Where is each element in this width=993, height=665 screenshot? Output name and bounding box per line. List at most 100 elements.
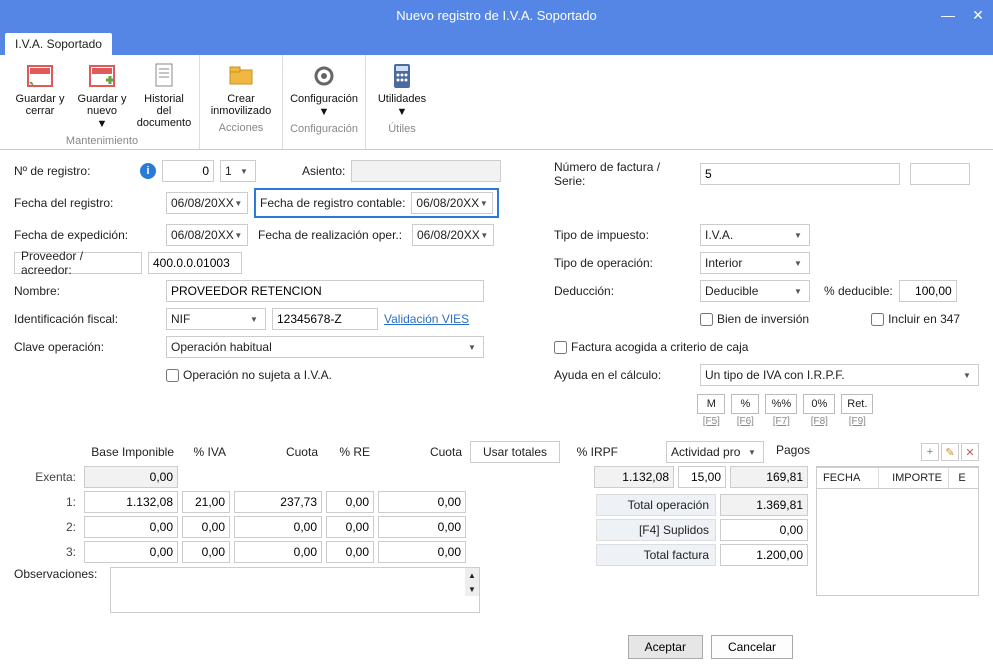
row1-cuota[interactable] bbox=[234, 491, 322, 513]
ayuda-calculo-combo[interactable]: Un tipo de IVA con I.R.P.F.▼ bbox=[700, 364, 979, 386]
n-registro-input[interactable] bbox=[162, 160, 214, 182]
delete-doc-icon[interactable]: ✕ bbox=[961, 443, 979, 461]
validacion-vies-link[interactable]: Validación VIES bbox=[384, 312, 469, 326]
id-fiscal-num-input[interactable] bbox=[272, 308, 378, 330]
row3-re[interactable] bbox=[326, 541, 374, 563]
tipo-operacion-combo[interactable]: Interior▼ bbox=[700, 252, 810, 274]
fecha-expedicion-combo[interactable]: 06/08/20XX▼ bbox=[166, 224, 248, 246]
info-icon[interactable]: i bbox=[140, 163, 156, 179]
shortcut-m-button[interactable]: M bbox=[697, 394, 725, 414]
gear-icon bbox=[309, 61, 339, 91]
asiento-label: Asiento: bbox=[302, 164, 345, 178]
folder-icon bbox=[226, 61, 256, 91]
row1-re[interactable] bbox=[326, 491, 374, 513]
observaciones-textarea[interactable]: ▲ ▼ bbox=[110, 567, 480, 613]
row1-cuota2[interactable] bbox=[378, 491, 466, 513]
clave-op-combo[interactable]: Operación habitual▼ bbox=[166, 336, 484, 358]
row1-base[interactable] bbox=[84, 491, 178, 513]
row2-base[interactable] bbox=[84, 516, 178, 538]
usar-totales-button[interactable]: Usar totales bbox=[470, 441, 560, 463]
irpf-pct[interactable] bbox=[678, 466, 726, 488]
bien-inversion-checkbox[interactable]: Bien de inversión bbox=[700, 312, 809, 326]
pagos-col-fecha: FECHA bbox=[817, 468, 879, 488]
pagos-col-importe: IMPORTE bbox=[879, 468, 949, 488]
row1-iva[interactable] bbox=[182, 491, 230, 513]
incluir-347-checkbox[interactable]: Incluir en 347 bbox=[871, 312, 960, 326]
row2-cuota[interactable] bbox=[234, 516, 322, 538]
row3-cuota[interactable] bbox=[234, 541, 322, 563]
fecha-expedicion-label: Fecha de expedición: bbox=[14, 228, 134, 242]
num-factura-input[interactable] bbox=[700, 163, 900, 185]
deduccion-combo[interactable]: Deducible▼ bbox=[700, 280, 810, 302]
irpf-base bbox=[594, 466, 674, 488]
save-close-button[interactable]: Guardar y cerrar bbox=[11, 59, 69, 132]
utilities-button[interactable]: Utilidades ▼ bbox=[372, 59, 432, 120]
pct-deducible-input[interactable] bbox=[899, 280, 957, 302]
n-registro-label: Nº de registro: bbox=[14, 164, 134, 178]
chevron-down-icon: ▼ bbox=[247, 315, 261, 324]
proveedor-button[interactable]: Proveedor / acreedor: bbox=[14, 252, 142, 274]
pct-deducible-label: % deducible: bbox=[824, 284, 893, 298]
pagos-panel: FECHA IMPORTE E bbox=[816, 466, 979, 596]
tipo-impuesto-combo[interactable]: I.V.A.▼ bbox=[700, 224, 810, 246]
new-doc-icon[interactable]: + bbox=[921, 443, 939, 461]
shortcut-pct-button[interactable]: % bbox=[731, 394, 759, 414]
chevron-down-icon: ▼ bbox=[234, 231, 243, 240]
f9-hint: [F9] bbox=[841, 416, 873, 427]
fecha-registro-label: Fecha del registro: bbox=[14, 196, 134, 210]
document-history-button[interactable]: Historial del documento bbox=[135, 59, 193, 132]
id-fiscal-label: Identificación fiscal: bbox=[14, 312, 134, 326]
op-no-sujeta-checkbox[interactable]: Operación no sujeta a I.V.A. bbox=[166, 368, 332, 382]
suplidos-value[interactable] bbox=[720, 519, 808, 541]
save-new-icon bbox=[87, 61, 117, 91]
fecha-reg-contable-combo[interactable]: 06/08/20XX▼ bbox=[411, 192, 493, 214]
actividad-combo[interactable]: Actividad pro▼ bbox=[666, 441, 764, 463]
hdr-irpf: % IRPF bbox=[564, 445, 622, 459]
tab-strip: I.V.A. Soportado bbox=[0, 30, 993, 55]
scroll-down-icon[interactable]: ▼ bbox=[465, 582, 479, 596]
scroll-up-icon[interactable]: ▲ bbox=[465, 568, 479, 582]
row2-iva[interactable] bbox=[182, 516, 230, 538]
chevron-down-icon: ▼ bbox=[97, 118, 108, 130]
shortcut-ret-button[interactable]: Ret. bbox=[841, 394, 873, 414]
ribbon-group-acciones: Crear inmovilizado Acciones bbox=[200, 55, 283, 149]
factura-caja-checkbox[interactable]: Factura acogida a criterio de caja bbox=[554, 340, 748, 354]
shortcut-0pct-button[interactable]: 0% bbox=[803, 394, 835, 414]
tab-iva-soportado[interactable]: I.V.A. Soportado bbox=[5, 33, 112, 55]
proveedor-input[interactable] bbox=[148, 252, 242, 274]
fecha-registro-combo[interactable]: 06/08/20XX▼ bbox=[166, 192, 248, 214]
chevron-down-icon: ▼ bbox=[397, 106, 408, 118]
shortcut-pctpct-button[interactable]: %% bbox=[765, 394, 797, 414]
nombre-input[interactable] bbox=[166, 280, 484, 302]
document-history-icon bbox=[149, 61, 179, 91]
accept-button[interactable]: Aceptar bbox=[628, 635, 703, 659]
serie-input[interactable] bbox=[910, 163, 970, 185]
save-new-button[interactable]: Guardar y nuevo ▼ bbox=[73, 59, 131, 132]
hdr-cuota2: Cuota bbox=[378, 445, 466, 459]
num-factura-label: Número de factura / Serie: bbox=[554, 160, 694, 188]
config-button[interactable]: Configuración ▼ bbox=[289, 59, 359, 120]
edit-doc-icon[interactable]: ✎ bbox=[941, 443, 959, 461]
row2-cuota2[interactable] bbox=[378, 516, 466, 538]
total-factura-value[interactable] bbox=[720, 544, 808, 566]
deduccion-label: Deducción: bbox=[554, 284, 694, 298]
observaciones-label: Observaciones: bbox=[14, 567, 104, 581]
tipo-impuesto-label: Tipo de impuesto: bbox=[554, 228, 694, 242]
chevron-down-icon: ▼ bbox=[237, 167, 251, 176]
fecha-realizacion-combo[interactable]: 06/08/20XX▼ bbox=[412, 224, 494, 246]
hdr-iva: % IVA bbox=[182, 445, 230, 459]
n-registro-seq-combo[interactable]: 1▼ bbox=[220, 160, 256, 182]
row3-cuota2[interactable] bbox=[378, 541, 466, 563]
row2-re[interactable] bbox=[326, 516, 374, 538]
cancel-button[interactable]: Cancelar bbox=[711, 635, 793, 659]
chevron-down-icon: ▼ bbox=[319, 106, 330, 118]
close-button[interactable]: ✕ bbox=[963, 0, 993, 30]
chevron-down-icon: ▼ bbox=[479, 199, 488, 208]
minimize-button[interactable]: — bbox=[933, 0, 963, 30]
create-asset-button[interactable]: Crear inmovilizado bbox=[206, 59, 276, 119]
row3-iva[interactable] bbox=[182, 541, 230, 563]
row3-base[interactable] bbox=[84, 541, 178, 563]
id-fiscal-tipo-combo[interactable]: NIF▼ bbox=[166, 308, 266, 330]
footer: Aceptar Cancelar bbox=[0, 623, 993, 665]
ribbon-group-configuracion: Configuración ▼ Configuración bbox=[283, 55, 366, 149]
